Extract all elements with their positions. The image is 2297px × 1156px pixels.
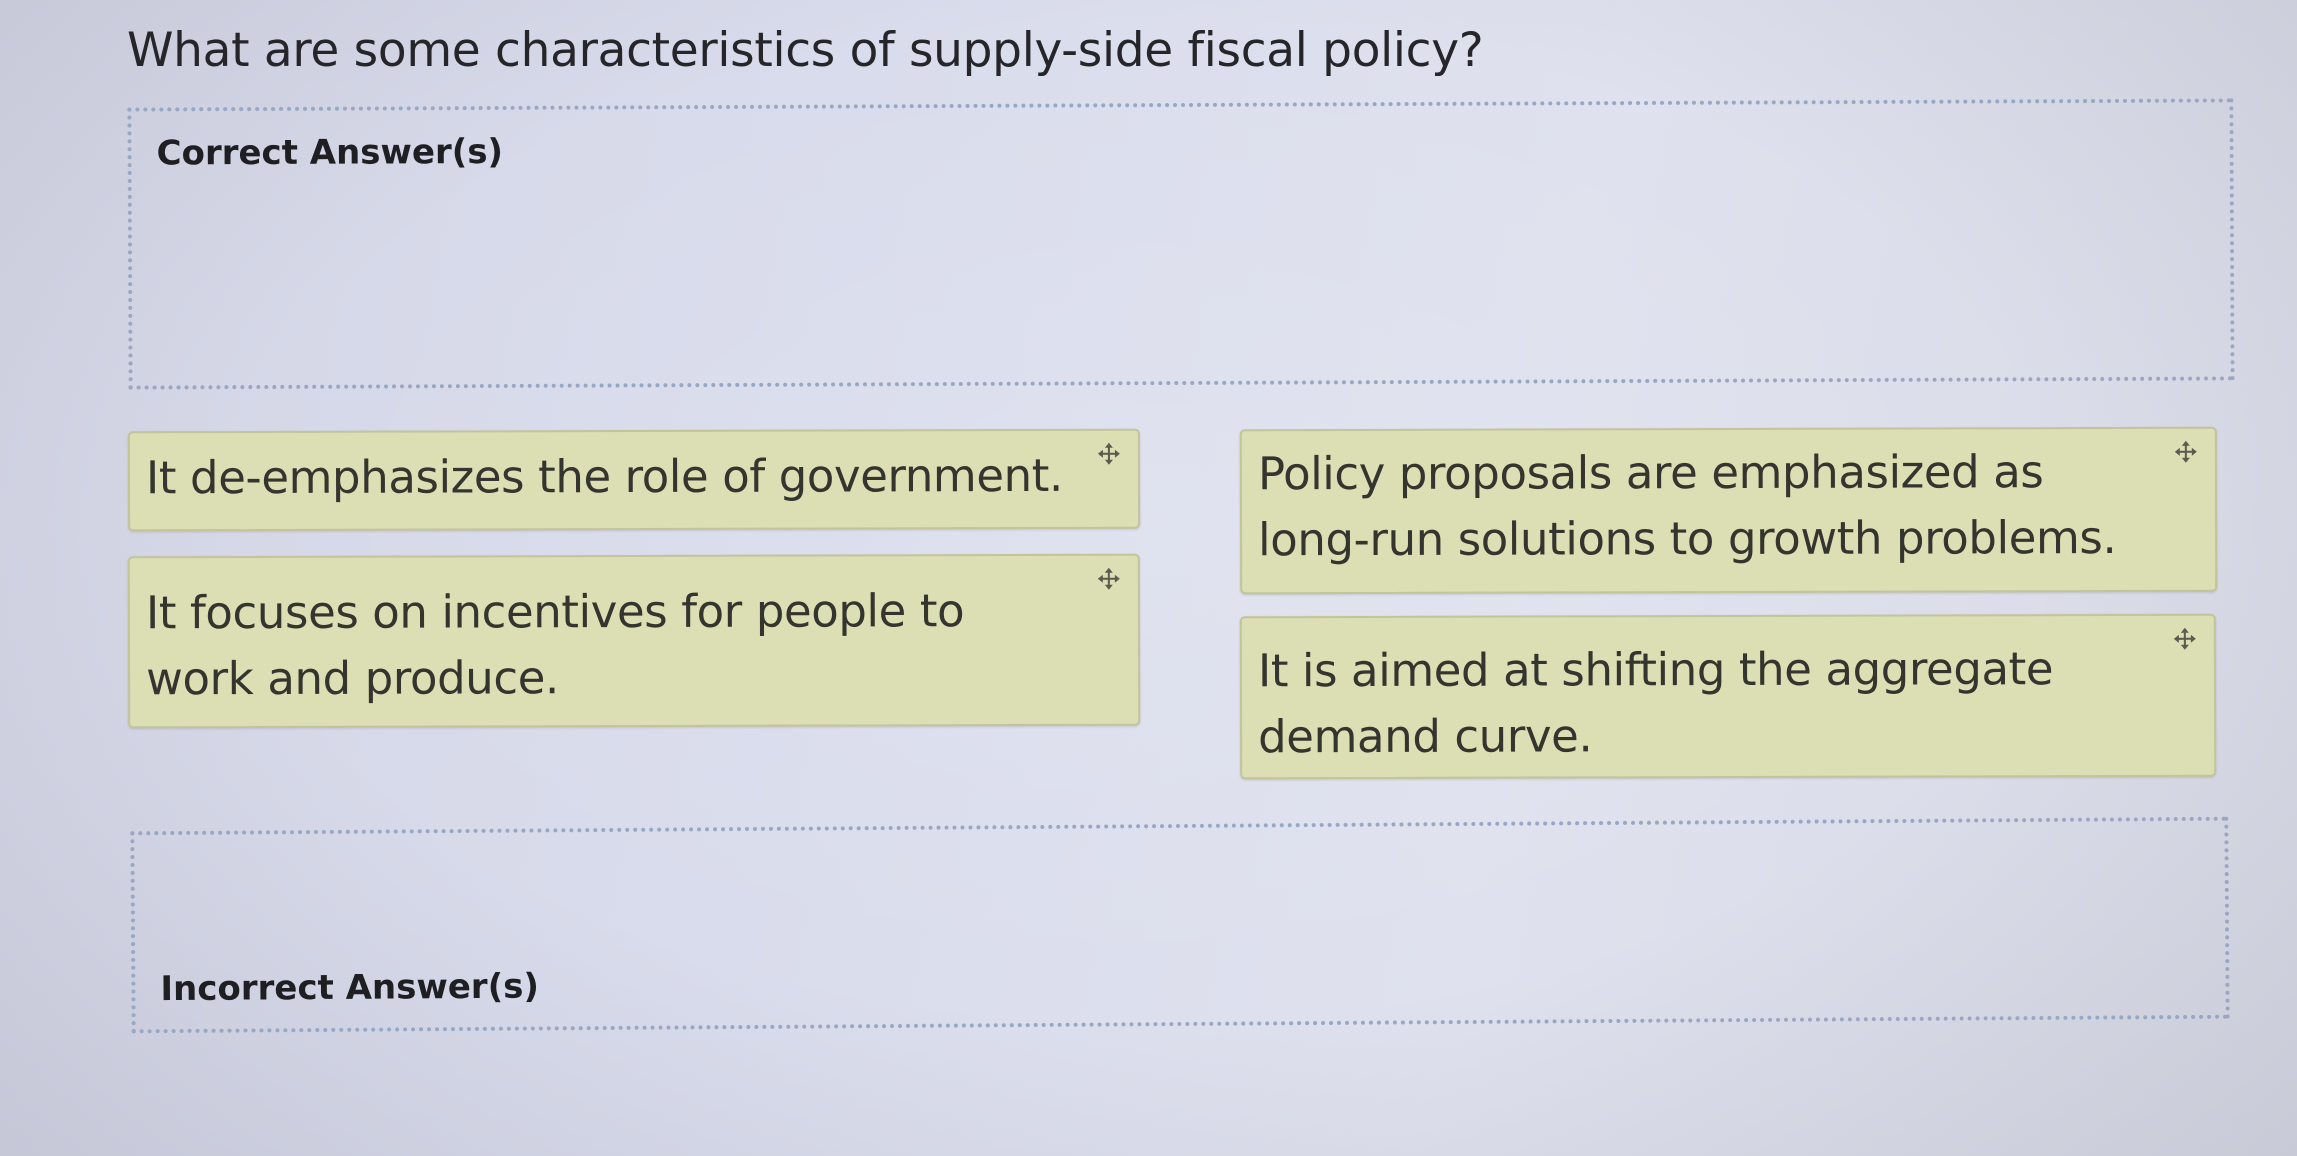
answer-card-long-run-solutions[interactable]: Policy proposals are emphasized as long-… bbox=[1239, 426, 2218, 595]
answer-card-text: It de-emphasizes the role of government. bbox=[145, 448, 1063, 505]
answer-card-aggregate-demand[interactable]: It is aimed at shifting the aggregate de… bbox=[1239, 613, 2217, 780]
incorrect-answers-dropzone[interactable]: Incorrect Answer(s) bbox=[130, 816, 2230, 1034]
move-icon[interactable] bbox=[1096, 441, 1122, 467]
answer-card-text: It focuses on incentives for people to w… bbox=[145, 584, 965, 706]
answer-card-text: Policy proposals are emphasized as long-… bbox=[1257, 445, 2117, 567]
incorrect-answers-label: Incorrect Answer(s) bbox=[160, 966, 540, 1010]
answer-card-incentives-work[interactable]: It focuses on incentives for people to w… bbox=[127, 553, 1141, 729]
correct-answers-dropzone[interactable]: Correct Answer(s) bbox=[127, 98, 2235, 390]
move-icon[interactable] bbox=[1096, 566, 1122, 592]
move-icon[interactable] bbox=[2173, 439, 2199, 465]
correct-answers-label: Correct Answer(s) bbox=[156, 131, 504, 174]
move-icon[interactable] bbox=[2172, 626, 2198, 652]
answer-card-deemphasizes-government[interactable]: It de-emphasizes the role of government. bbox=[127, 428, 1141, 532]
answer-card-text: It is aimed at shifting the aggregate de… bbox=[1257, 642, 2054, 764]
question-title: What are some characteristics of supply-… bbox=[127, 23, 1484, 78]
